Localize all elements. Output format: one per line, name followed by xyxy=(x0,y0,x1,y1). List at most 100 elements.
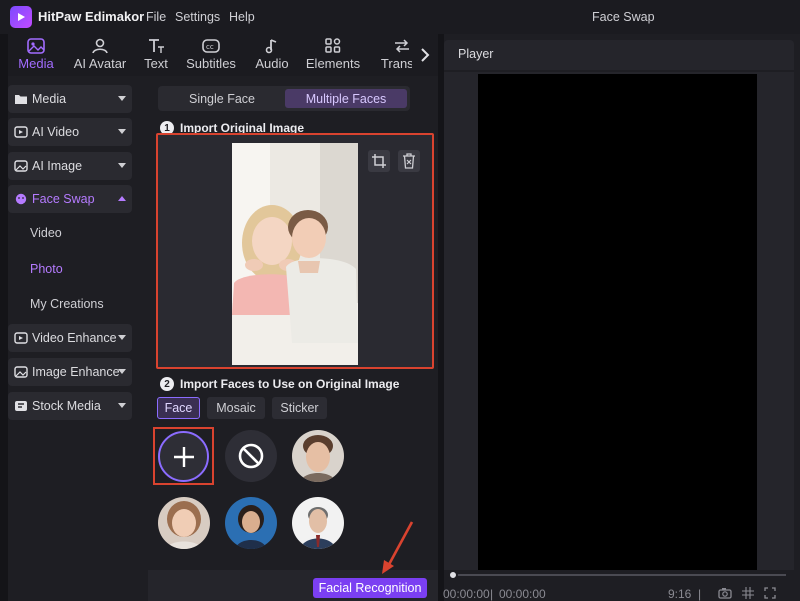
subtitles-icon: cc xyxy=(202,39,220,53)
delete-image-button[interactable] xyxy=(398,150,420,172)
sidebar-sub-my-creations[interactable]: My Creations xyxy=(30,297,104,311)
tab-elements-label: Elements xyxy=(305,56,361,71)
svg-text:cc: cc xyxy=(206,43,214,51)
tab-elements[interactable]: Elements xyxy=(302,34,364,76)
chevron-down-icon xyxy=(118,163,126,168)
tab-ai-avatar-label: AI Avatar xyxy=(73,56,127,71)
step2-label: Import Faces to Use on Original Image xyxy=(180,377,400,391)
music-note-icon xyxy=(265,39,277,54)
sidebar-sub-video[interactable]: Video xyxy=(30,226,62,240)
sidebar-item-label: Face Swap xyxy=(32,192,95,206)
sidebar-item-face-swap[interactable]: Face Swap xyxy=(8,185,132,213)
original-image-preview xyxy=(232,143,358,365)
current-time: 00:00:00 xyxy=(443,587,490,601)
stock-media-icon xyxy=(15,401,27,411)
tab-ai-avatar[interactable]: AI Avatar xyxy=(66,34,134,76)
app-logo-icon xyxy=(10,6,32,28)
aspect-ratio[interactable]: 9:16 xyxy=(668,587,691,601)
sidebar-item-stock-media[interactable]: Stock Media xyxy=(8,392,132,420)
sidebar-item-label: Media xyxy=(32,92,67,106)
playhead-handle[interactable] xyxy=(448,570,458,580)
crop-icon xyxy=(372,154,386,168)
text-icon xyxy=(149,39,164,53)
chevron-up-icon xyxy=(118,196,126,201)
step2-heading: 2 Import Faces to Use on Original Image xyxy=(160,377,399,391)
face-thumbnail[interactable] xyxy=(225,497,277,549)
single-face-button[interactable]: Single Face xyxy=(161,89,283,108)
sidebar-sub-photo[interactable]: Photo xyxy=(30,262,63,276)
sidebar-item-label: AI Image xyxy=(32,159,83,173)
face-thumbnail[interactable] xyxy=(292,497,344,549)
elements-icon xyxy=(325,38,341,53)
chevron-right-icon xyxy=(421,48,430,62)
sidebar-item-image-enhance[interactable]: Image Enhance xyxy=(8,358,132,386)
multiple-faces-button[interactable]: Multiple Faces xyxy=(285,89,407,108)
sidebar-item-video-enhance[interactable]: Video Enhance xyxy=(8,324,132,352)
video-enhance-icon xyxy=(14,332,28,344)
playback-timeline[interactable] xyxy=(450,574,786,576)
tab-face[interactable]: Face xyxy=(157,397,200,419)
add-face-button[interactable] xyxy=(158,431,209,482)
chevron-down-icon xyxy=(118,96,126,101)
player-header xyxy=(444,40,794,70)
menu-settings[interactable]: Settings xyxy=(175,10,220,24)
camera-icon[interactable] xyxy=(718,587,732,599)
face-thumbnail-partial xyxy=(170,564,198,570)
grid-icon[interactable] xyxy=(742,587,754,599)
arrow-annotation-icon xyxy=(382,521,414,574)
crop-button[interactable] xyxy=(368,150,390,172)
face-swap-icon xyxy=(15,193,27,205)
main-toolbar: Media AI Avatar Text cc Subtitles Audio … xyxy=(8,34,438,76)
sidebar-item-media[interactable]: Media xyxy=(8,85,132,113)
app-name: HitPaw Edimakor xyxy=(38,9,145,24)
chevron-down-icon xyxy=(118,369,126,374)
chevron-down-icon xyxy=(118,129,126,134)
ai-image-icon xyxy=(14,160,28,172)
face-thumbnail[interactable] xyxy=(292,430,344,482)
chevron-down-icon xyxy=(118,335,126,340)
player-title: Player xyxy=(458,47,494,61)
original-image-dropzone[interactable] xyxy=(156,133,434,369)
tab-subtitles-label: Subtitles xyxy=(186,56,236,71)
sidebar-item-ai-video[interactable]: AI Video xyxy=(8,118,132,146)
sidebar-item-label: Stock Media xyxy=(32,399,101,413)
mode-switch: Single Face Multiple Faces xyxy=(158,86,410,111)
tab-media[interactable]: Media xyxy=(8,34,64,76)
toolbar-next-button[interactable] xyxy=(412,34,438,76)
menu-help[interactable]: Help xyxy=(229,10,255,24)
title-bar: HitPaw Edimakor File Settings Help Face … xyxy=(0,0,800,34)
sidebar-item-label: Image Enhance xyxy=(32,365,120,379)
trash-icon xyxy=(403,153,415,169)
image-enhance-icon xyxy=(14,366,28,378)
sidebar-item-label: Video Enhance xyxy=(32,331,117,345)
chevron-down-icon xyxy=(118,403,126,408)
ai-video-icon xyxy=(14,126,28,138)
step-number: 2 xyxy=(160,377,174,391)
sidebar-item-ai-image[interactable]: AI Image xyxy=(8,152,132,180)
tab-text-label: Text xyxy=(144,56,168,71)
tab-audio-label: Audio xyxy=(255,56,289,71)
sidebar-item-label: AI Video xyxy=(32,125,80,139)
no-face-button[interactable] xyxy=(225,430,277,482)
folder-icon xyxy=(15,95,27,104)
player-screen xyxy=(478,74,757,570)
fullscreen-icon[interactable] xyxy=(764,587,776,599)
tab-mosaic[interactable]: Mosaic xyxy=(207,397,265,419)
tab-media-label: Media xyxy=(18,56,54,71)
avatar-icon xyxy=(92,38,108,54)
prohibited-icon xyxy=(238,443,264,469)
menu-file[interactable]: File xyxy=(146,10,166,24)
total-time: 00:00:00 xyxy=(499,587,546,601)
plus-icon xyxy=(173,446,194,467)
tab-sticker[interactable]: Sticker xyxy=(272,397,327,419)
face-thumbnail[interactable] xyxy=(158,497,210,549)
tab-subtitles[interactable]: cc Subtitles xyxy=(180,34,242,76)
facial-recognition-button[interactable]: Facial Recognition xyxy=(313,578,427,598)
time-separator: | xyxy=(698,587,702,601)
tab-text[interactable]: Text xyxy=(136,34,176,76)
time-separator: | xyxy=(490,587,494,601)
transition-icon xyxy=(395,39,409,53)
tab-audio[interactable]: Audio xyxy=(248,34,296,76)
window-title: Face Swap xyxy=(592,10,655,24)
image-icon xyxy=(27,38,45,54)
